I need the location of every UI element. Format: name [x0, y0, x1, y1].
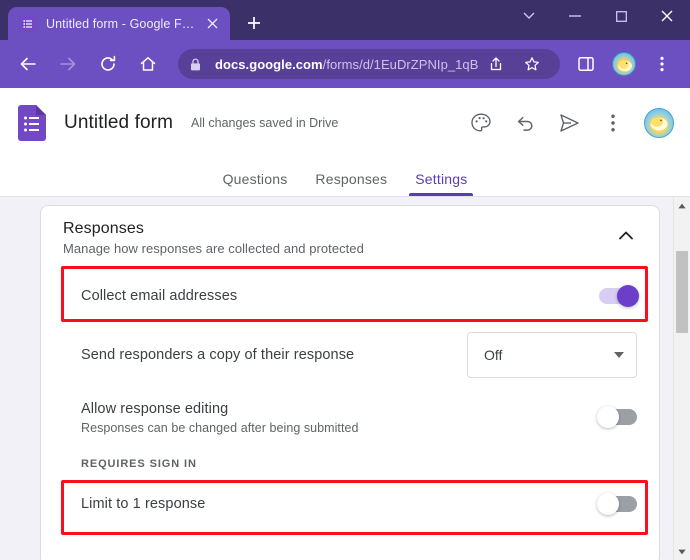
side-panel-icon[interactable] [570, 48, 602, 80]
allow-editing-toggle[interactable] [599, 409, 637, 425]
allow-editing-label-wrap: Allow response editing Responses can be … [81, 400, 599, 435]
reload-icon[interactable] [92, 48, 124, 80]
window-minimize-button[interactable] [552, 0, 598, 32]
home-icon[interactable] [132, 48, 164, 80]
page-scrollbar[interactable] [673, 197, 690, 560]
omnibox-actions [478, 51, 550, 77]
section-title: Responses [63, 220, 613, 238]
requires-sign-in-label: REQUIRES SIGN IN [41, 448, 659, 476]
share-icon[interactable] [480, 51, 512, 77]
collect-email-toggle[interactable] [599, 288, 637, 304]
forms-more-menu-icon[interactable] [596, 106, 630, 140]
limit-one-label-wrap: Limit to 1 response [81, 495, 599, 513]
setting-row-allow-editing[interactable]: Allow response editing Responses can be … [41, 386, 659, 448]
lock-icon [190, 58, 206, 71]
allow-editing-label: Allow response editing [81, 401, 228, 417]
browser-menu-icon[interactable] [646, 48, 678, 80]
section-subtitle: Manage how responses are collected and p… [63, 241, 613, 256]
chevron-up-icon[interactable] [613, 222, 639, 248]
scroll-down-arrow-icon[interactable] [674, 543, 690, 560]
google-forms-favicon-icon [20, 16, 36, 32]
send-copy-label-wrap: Send responders a copy of their response [81, 346, 467, 364]
settings-content: Responses Manage how responses are colle… [0, 196, 690, 560]
toggle-knob [617, 285, 639, 307]
window-close-button[interactable] [644, 0, 690, 32]
star-icon[interactable] [516, 51, 548, 77]
setting-row-send-copy: Send responders a copy of their response… [41, 324, 659, 386]
url-text: docs.google.com/forms/d/1EuDrZPNIp_1qBE-… [215, 57, 478, 72]
tab-close-icon[interactable] [202, 14, 222, 34]
undo-icon[interactable] [508, 106, 542, 140]
forward-arrow-icon[interactable] [52, 48, 84, 80]
window-maximize-button[interactable] [598, 0, 644, 32]
form-title[interactable]: Untitled form [64, 112, 173, 134]
forms-tab-bar: Questions Responses Settings [0, 158, 690, 196]
setting-row-collect-email[interactable]: Collect email addresses [41, 268, 659, 324]
browser-tab[interactable]: Untitled form - Google Forms [8, 7, 230, 40]
toggle-knob [597, 493, 619, 515]
browser-window: Untitled form - Google Forms [0, 0, 690, 560]
browser-toolbar: docs.google.com/forms/d/1EuDrZPNIp_1qBE-… [0, 40, 690, 88]
tab-title: Untitled form - Google Forms [46, 17, 198, 31]
google-forms-logo-icon[interactable] [18, 105, 46, 141]
tab-responses[interactable]: Responses [301, 171, 401, 196]
tab-settings[interactable]: Settings [401, 171, 481, 196]
palette-icon[interactable] [464, 106, 498, 140]
back-arrow-icon[interactable] [12, 48, 44, 80]
send-copy-dropdown[interactable]: Off [467, 332, 637, 378]
new-tab-button[interactable] [240, 9, 268, 37]
responses-section-header: Responses Manage how responses are colle… [41, 206, 659, 268]
url-domain: docs.google.com [215, 57, 323, 72]
tab-search-chevron-down-icon[interactable] [506, 0, 552, 32]
send-copy-value: Off [484, 347, 614, 363]
send-icon[interactable] [552, 106, 586, 140]
toggle-knob [597, 406, 619, 428]
send-copy-label: Send responders a copy of their response [81, 347, 354, 363]
page-viewport: Untitled form All changes saved in Drive [0, 88, 690, 560]
url-path: /forms/d/1EuDrZPNIp_1qBE-MkkUFJSN... [323, 57, 478, 72]
collect-email-label-wrap: Collect email addresses [81, 287, 599, 305]
scrollbar-thumb[interactable] [676, 251, 688, 333]
chevron-down-icon [614, 352, 624, 358]
collect-email-label: Collect email addresses [81, 288, 237, 304]
address-bar[interactable]: docs.google.com/forms/d/1EuDrZPNIp_1qBE-… [178, 49, 560, 79]
scroll-up-arrow-icon[interactable] [674, 197, 690, 214]
responses-section-text: Responses Manage how responses are colle… [63, 220, 613, 256]
setting-row-limit-one-response[interactable]: Limit to 1 response [41, 476, 659, 532]
allow-editing-sublabel: Responses can be changed after being sub… [81, 421, 599, 435]
responses-settings-card: Responses Manage how responses are colle… [40, 205, 660, 560]
account-avatar[interactable] [644, 108, 674, 138]
forms-header: Untitled form All changes saved in Drive [0, 88, 690, 158]
window-controls [506, 0, 690, 32]
tab-strip: Untitled form - Google Forms [0, 0, 690, 40]
limit-one-toggle[interactable] [599, 496, 637, 512]
save-status: All changes saved in Drive [191, 116, 338, 130]
limit-one-label: Limit to 1 response [81, 496, 205, 512]
tab-questions[interactable]: Questions [209, 171, 302, 196]
profile-avatar[interactable] [612, 52, 636, 76]
